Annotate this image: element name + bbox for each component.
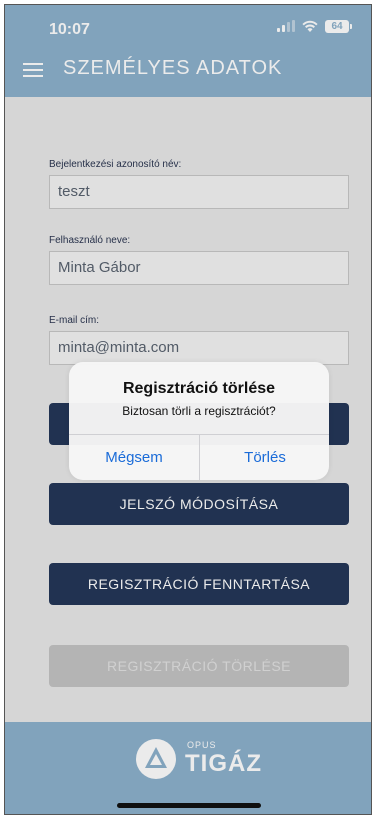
- dialog-title: Regisztráció törlése: [122, 380, 276, 397]
- app-screen: 10:07 64 SZEMÉLYES ADATOK Bejelentkezési…: [4, 4, 372, 815]
- dialog-message: Biztosan törli a regisztrációt?: [122, 404, 276, 418]
- confirm-delete-button[interactable]: Törlés: [200, 435, 329, 480]
- cancel-button[interactable]: Mégsem: [69, 435, 199, 480]
- delete-confirm-dialog: Regisztráció törlése Biztosan törli a re…: [69, 362, 329, 480]
